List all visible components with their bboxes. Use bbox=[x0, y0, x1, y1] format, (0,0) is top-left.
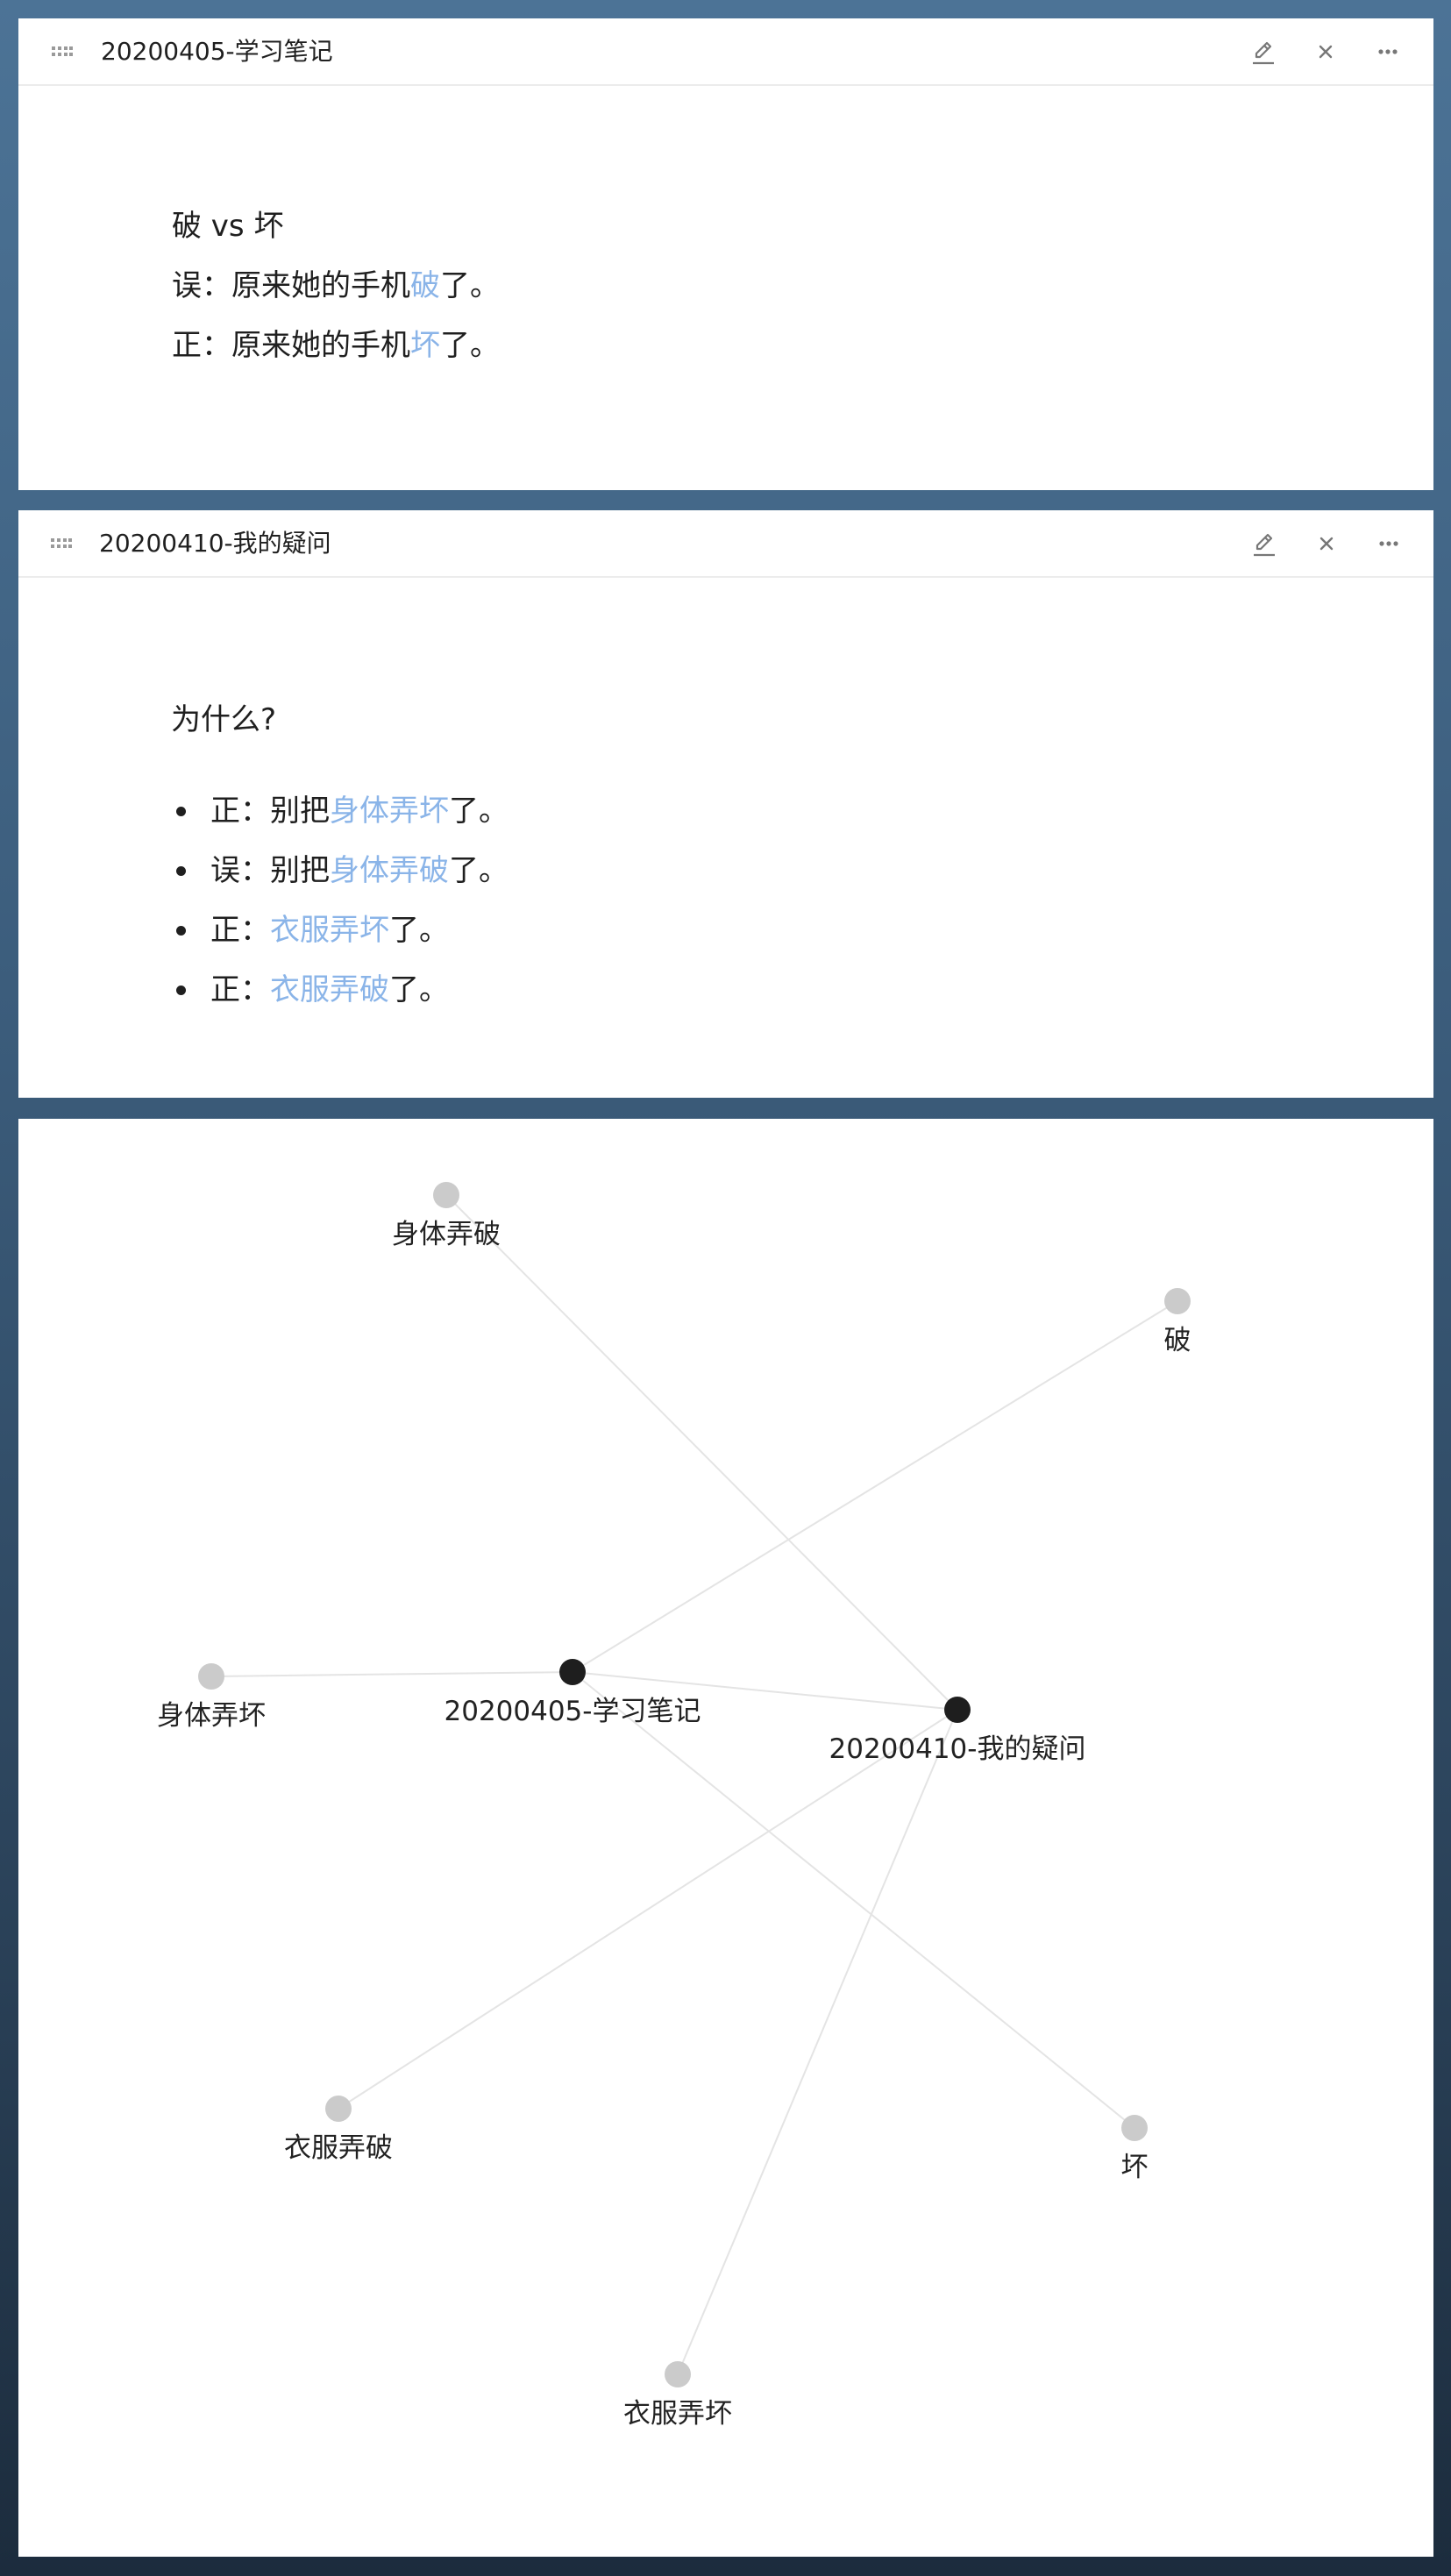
graph-node-label: 身体弄破 bbox=[392, 1219, 501, 1250]
line-text: 误：别把 bbox=[210, 853, 330, 888]
close-icon[interactable] bbox=[1311, 37, 1341, 67]
wiki-link[interactable]: 坏 bbox=[410, 328, 440, 363]
more-icon[interactable] bbox=[1373, 37, 1403, 67]
pencil-icon[interactable] bbox=[1248, 37, 1278, 67]
graph-node[interactable] bbox=[198, 1663, 224, 1690]
graph-view-pane[interactable]: 20200405-学习笔记 20200410-我的疑问 身体弄破破身体弄坏衣服弄破坏… bbox=[18, 1119, 1433, 2557]
line-text: 了。 bbox=[389, 913, 449, 948]
pane-titlebar: 20200405-学习笔记 bbox=[18, 18, 1433, 86]
list-item: 误：别把身体弄破了。 bbox=[171, 841, 509, 900]
bullet-list: 正：别把身体弄坏了。 误：别把身体弄破了。 正：衣服弄坏了。 正：衣服弄破了。 bbox=[171, 781, 509, 1020]
pencil-icon[interactable] bbox=[1249, 529, 1279, 559]
graph-edge bbox=[210, 1671, 573, 1677]
note-body: 破 vs 坏 误：原来她的手机破了。 正：原来她的手机坏了。 bbox=[172, 196, 500, 375]
line-text: 正： bbox=[210, 972, 270, 1007]
graph-node[interactable] bbox=[433, 1182, 459, 1208]
graph-node[interactable] bbox=[1164, 1288, 1191, 1314]
text-line: 正：原来她的手机坏了。 bbox=[172, 316, 500, 375]
list-item: 正：衣服弄坏了。 bbox=[171, 900, 509, 960]
line-text: 误：原来她的手机 bbox=[172, 268, 410, 303]
line-text: 正：原来她的手机 bbox=[172, 328, 410, 363]
graph-node[interactable] bbox=[325, 2096, 352, 2122]
drag-handle-icon[interactable] bbox=[51, 538, 72, 549]
graph-node-label: 破 bbox=[1164, 1325, 1191, 1356]
list-item: 正：衣服弄破了。 bbox=[171, 960, 509, 1020]
wiki-link[interactable]: 身体弄坏 bbox=[330, 793, 449, 829]
wiki-link[interactable]: 破 bbox=[410, 268, 440, 303]
pane-titlebar: 20200410-我的疑问 bbox=[18, 510, 1433, 578]
graph-node-label: 衣服弄坏 bbox=[623, 2398, 732, 2430]
graph-node-label: 坏 bbox=[1121, 2152, 1149, 2183]
graph-node[interactable] bbox=[1121, 2115, 1148, 2141]
line-text: 破 vs 坏 bbox=[172, 209, 284, 244]
line-text: 正： bbox=[210, 913, 270, 948]
graph-edge bbox=[572, 1300, 1178, 1673]
pane-title: 20200405-学习笔记 bbox=[101, 37, 333, 66]
pane-title: 20200410-我的疑问 bbox=[99, 529, 331, 558]
line-text: 了。 bbox=[449, 793, 509, 829]
more-icon[interactable] bbox=[1374, 529, 1404, 559]
line-text: 正：别把 bbox=[210, 793, 330, 829]
line-text: 了。 bbox=[440, 328, 500, 363]
link-graph[interactable]: 20200405-学习笔记 20200410-我的疑问 身体弄破破身体弄坏衣服弄破坏… bbox=[18, 1119, 1433, 2557]
note-body: 为什么? 正：别把身体弄坏了。 误：别把身体弄破了。 正：衣服弄坏了。 正：衣服… bbox=[171, 690, 509, 1020]
graph-node[interactable] bbox=[665, 2361, 691, 2387]
text-line: 破 vs 坏 bbox=[172, 196, 500, 256]
graph-node[interactable] bbox=[944, 1697, 971, 1723]
close-icon[interactable] bbox=[1312, 529, 1341, 559]
graph-edge bbox=[677, 1709, 958, 2375]
wiki-link[interactable]: 衣服弄破 bbox=[270, 972, 389, 1007]
graph-edge bbox=[445, 1194, 958, 1711]
graph-node-label: 身体弄坏 bbox=[157, 1700, 266, 1732]
graph-node[interactable] bbox=[559, 1659, 586, 1685]
line-text: 了。 bbox=[440, 268, 500, 303]
graph-node-label: 衣服弄破 bbox=[284, 2132, 393, 2164]
graph-node-label: 20200405-学习笔记 bbox=[445, 1696, 701, 1727]
line-text: 了。 bbox=[449, 853, 509, 888]
text-line: 误：原来她的手机破了。 bbox=[172, 256, 500, 316]
note-pane-1: 20200405-学习笔记 破 vs 坏 误：原来她的手机破了。 正：原来她的手… bbox=[18, 18, 1433, 490]
note-heading: 为什么? bbox=[171, 702, 277, 737]
wiki-link[interactable]: 身体弄破 bbox=[330, 853, 449, 888]
wiki-link[interactable]: 衣服弄坏 bbox=[270, 913, 389, 948]
line-text: 了。 bbox=[389, 972, 449, 1007]
note-pane-2: 20200410-我的疑问 为什么? 正：别把身体弄坏了。 误：别把身体弄破了。… bbox=[18, 510, 1433, 1098]
list-item: 正：别把身体弄坏了。 bbox=[171, 781, 509, 841]
graph-node-label: 20200410-我的疑问 bbox=[829, 1733, 1086, 1765]
drag-handle-icon[interactable] bbox=[52, 46, 73, 57]
